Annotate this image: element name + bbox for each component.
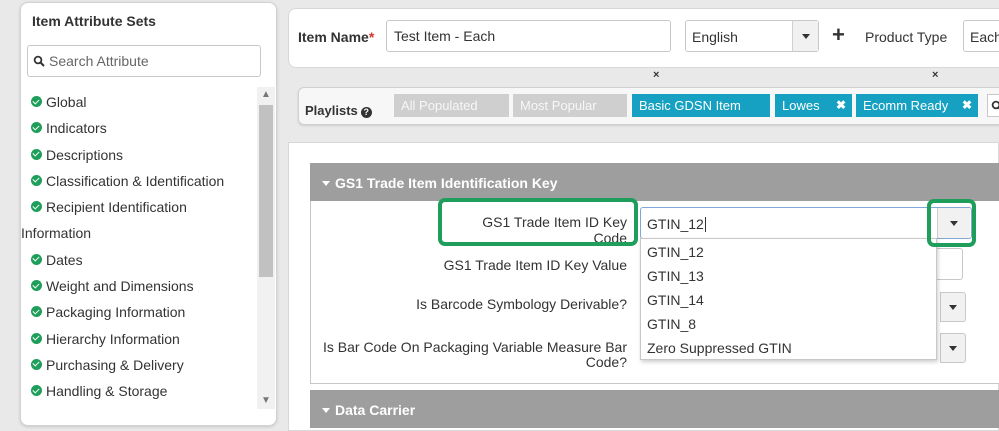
help-icon[interactable]: ? xyxy=(360,107,372,118)
text-cursor xyxy=(704,217,706,232)
variable-measure-label: Is Bar Code On Packaging Variable Measur… xyxy=(322,339,627,370)
dropdown-option[interactable]: GTIN_13 xyxy=(647,268,704,284)
playlist-chip-all-populated[interactable]: All Populated xyxy=(394,94,509,117)
playlist-chip-basic-gdsn[interactable]: Basic GDSN Item xyxy=(632,94,770,117)
attribute-set-item[interactable]: Packaging Information xyxy=(31,299,259,325)
attribute-set-item[interactable]: Classification & Identification xyxy=(31,168,259,194)
remove-chip-icon[interactable]: ✖ xyxy=(836,98,846,112)
item-name-label: Item Name* xyxy=(298,29,375,45)
search-icon xyxy=(991,100,999,110)
product-type-label: Product Type xyxy=(865,29,948,45)
scrollbar-thumb[interactable] xyxy=(259,105,273,277)
playlist-chip-most-popular[interactable]: Most Popular xyxy=(513,94,627,117)
attribute-set-item[interactable]: Hierarchy Information xyxy=(31,326,259,352)
playlist-chip-ecomm-ready[interactable]: Ecomm Ready ✖ xyxy=(856,94,978,117)
highlight-dropdown-button xyxy=(927,199,976,247)
sidebar-title: Item Attribute Sets xyxy=(32,13,156,29)
check-circle-icon xyxy=(31,96,42,107)
caret-down-icon xyxy=(801,34,810,39)
playlist-chip-lowes[interactable]: Lowes ✖ xyxy=(775,94,852,117)
attribute-set-item-continuation[interactable]: Information xyxy=(21,220,259,246)
section-header-identification-key[interactable]: GS1 Trade Item Identification Key xyxy=(310,163,999,201)
attribute-set-item[interactable]: Indicators xyxy=(31,115,259,141)
collapse-triangle-icon xyxy=(322,181,330,186)
search-icon xyxy=(33,55,45,67)
attribute-set-item[interactable]: Dates xyxy=(31,247,259,273)
required-marker: * xyxy=(368,29,375,45)
check-circle-icon xyxy=(31,174,42,186)
attribute-set-item[interactable]: Global xyxy=(31,89,259,115)
attribute-set-list: Global Indicators Descriptions Classific… xyxy=(21,89,259,405)
product-type-select[interactable]: Each xyxy=(963,20,999,52)
attribute-search-input[interactable] xyxy=(49,53,249,69)
attribute-sets-panel: Item Attribute Sets Global Indicators De… xyxy=(20,2,277,426)
check-circle-icon xyxy=(31,332,42,344)
remove-x-icon[interactable]: × xyxy=(653,69,659,81)
key-value-label: GS1 Trade Item ID Key Value xyxy=(443,257,627,273)
sidebar-scrollbar[interactable]: ▲ ▼ xyxy=(257,87,275,409)
item-name-input[interactable] xyxy=(386,20,671,52)
scroll-up-arrow-icon[interactable]: ▲ xyxy=(257,87,275,103)
caret-down-icon xyxy=(949,305,957,310)
check-circle-icon xyxy=(31,122,42,134)
highlight-key-code-label xyxy=(438,198,638,246)
check-circle-icon xyxy=(31,280,42,292)
barcode-derivable-dropdown-button[interactable] xyxy=(940,292,966,322)
check-circle-icon xyxy=(31,148,42,160)
check-circle-icon xyxy=(31,253,42,265)
check-circle-icon xyxy=(31,306,42,318)
attribute-set-item[interactable]: Weight and Dimensions xyxy=(31,273,259,299)
check-circle-icon xyxy=(31,201,42,213)
section-header-data-carrier[interactable]: Data Carrier xyxy=(310,390,999,428)
attribute-set-item[interactable]: Purchasing & Delivery xyxy=(31,352,259,378)
remove-chip-icon[interactable]: ✖ xyxy=(962,98,972,112)
attribute-search-box[interactable] xyxy=(27,45,261,77)
key-code-dropdown-menu: GTIN_12 GTIN_13 GTIN_14 GTIN_8 Zero Supp… xyxy=(640,238,937,360)
check-circle-icon xyxy=(31,358,42,370)
collapse-triangle-icon xyxy=(322,408,330,413)
language-dropdown-button[interactable] xyxy=(792,21,818,51)
scroll-down-arrow-icon[interactable]: ▼ xyxy=(257,393,275,409)
dropdown-option[interactable]: GTIN_8 xyxy=(647,316,696,332)
attribute-set-item[interactable]: Handling & Storage xyxy=(31,378,259,404)
language-value: English xyxy=(692,29,738,45)
remove-x-icon[interactable]: × xyxy=(932,69,938,81)
language-select[interactable]: English xyxy=(685,20,819,52)
add-icon[interactable]: + xyxy=(832,24,845,46)
dropdown-option[interactable]: GTIN_14 xyxy=(647,292,704,308)
key-value-input[interactable] xyxy=(936,248,963,280)
barcode-derivable-label: Is Barcode Symbology Derivable? xyxy=(416,296,627,312)
dropdown-option[interactable]: GTIN_12 xyxy=(647,244,704,260)
playlist-search-button[interactable] xyxy=(987,94,999,117)
dropdown-option[interactable]: Zero Suppressed GTIN xyxy=(647,340,792,356)
caret-down-icon xyxy=(949,346,957,351)
attribute-set-item[interactable]: Descriptions xyxy=(31,142,259,168)
playlists-label: Playlists? xyxy=(305,103,372,118)
attribute-set-item[interactable]: Recipient Identification xyxy=(31,194,259,220)
check-circle-icon xyxy=(31,385,42,397)
key-code-select[interactable]: GTIN_12 xyxy=(640,207,972,239)
variable-measure-dropdown-button[interactable] xyxy=(940,333,966,363)
